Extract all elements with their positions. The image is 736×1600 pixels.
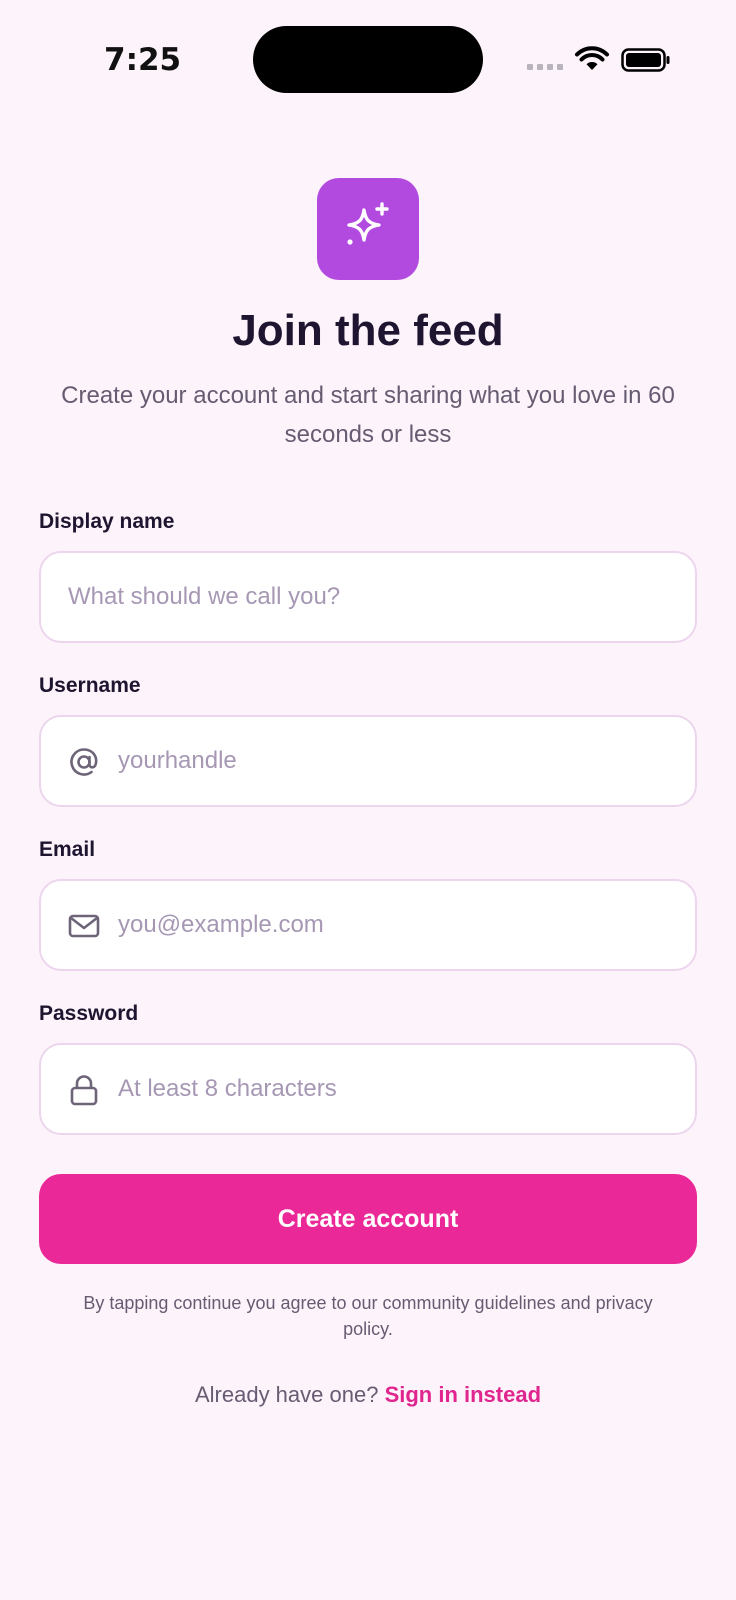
display-name-label: Display name (39, 510, 175, 533)
dynamic-island (253, 26, 483, 93)
sign-in-link[interactable]: Sign in instead (385, 1382, 541, 1407)
sparkles-icon (347, 202, 389, 245)
battery-icon (621, 48, 670, 72)
create-account-button[interactable]: Create account (39, 1174, 697, 1264)
password-label: Password (39, 1002, 139, 1025)
username-field[interactable] (39, 715, 697, 807)
password-input[interactable] (118, 1045, 678, 1133)
page-subtitle: Create your account and start sharing wh… (61, 382, 675, 448)
email-field[interactable] (39, 879, 697, 971)
cellular-signal-icon (527, 64, 563, 70)
status-time: 7:25 (104, 42, 182, 78)
display-name-input[interactable] (68, 553, 678, 641)
signin-row: Already have one? Sign in instead (0, 1382, 736, 1408)
username-label: Username (39, 674, 141, 697)
lock-icon (70, 1075, 98, 1106)
app-logo (317, 178, 419, 280)
username-input[interactable] (118, 717, 678, 805)
wifi-icon (575, 46, 609, 70)
email-input[interactable] (118, 881, 678, 969)
mail-icon (68, 914, 100, 938)
at-sign-icon (70, 748, 98, 776)
password-field[interactable] (39, 1043, 697, 1135)
page-title: Join the feed (232, 306, 504, 355)
email-label: Email (39, 838, 96, 861)
legal-text: By tapping continue you agree to our com… (83, 1293, 653, 1339)
signin-prompt: Already have one? (194, 1382, 379, 1407)
signup-screen: 7:25 Join the feed Create your account a… (0, 0, 736, 1600)
status-bar: 7:25 (0, 0, 736, 120)
display-name-field[interactable] (39, 551, 697, 643)
